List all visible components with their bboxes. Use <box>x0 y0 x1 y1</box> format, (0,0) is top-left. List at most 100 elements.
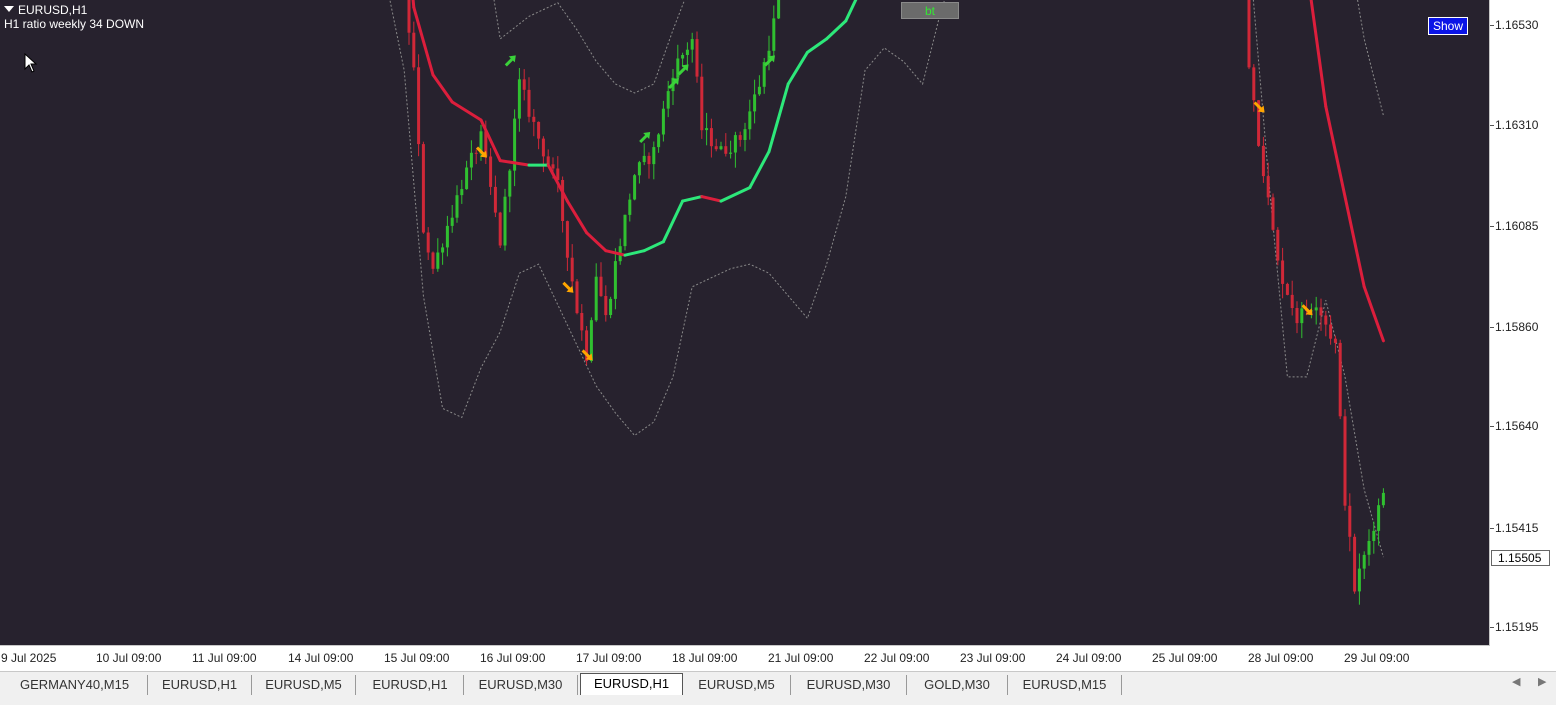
scroll-left-icon[interactable]: ◀ <box>1512 675 1520 688</box>
chart-window[interactable]: EURUSD,H1 H1 ratio weekly 34 DOWN bt Sho… <box>0 0 1556 671</box>
moving-average-line <box>412 5 435 77</box>
candle-body <box>1338 342 1342 417</box>
plot-area[interactable]: EURUSD,H1 H1 ratio weekly 34 DOWN bt Sho… <box>0 0 1490 646</box>
show-button[interactable]: Show <box>1428 17 1468 35</box>
moving-average-line <box>565 199 589 235</box>
candle-body <box>685 49 689 55</box>
candle-body <box>729 152 733 154</box>
candle-body <box>431 252 435 269</box>
candle-body <box>1377 505 1381 531</box>
candle-body <box>421 144 425 233</box>
candle-body <box>436 252 440 269</box>
chart-tab[interactable]: EURUSD,M5 <box>252 675 356 695</box>
moving-average-line <box>805 37 829 54</box>
chart-menu-triangle-icon[interactable] <box>4 6 14 12</box>
candle-body <box>637 162 641 176</box>
candle-body <box>1261 145 1265 177</box>
bt-button[interactable]: bt <box>901 2 959 19</box>
candle-body <box>690 39 694 50</box>
moving-average-line <box>1309 0 1328 108</box>
chart-tab[interactable]: EURUSD,M30 <box>464 675 578 695</box>
candle-body <box>642 155 646 163</box>
time-tick-label: 17 Jul 09:00 <box>576 651 642 665</box>
candle-body <box>604 296 608 316</box>
candle-body <box>1266 176 1270 198</box>
candle-body <box>762 62 766 87</box>
chart-tab[interactable]: GOLD,M30 <box>907 675 1008 695</box>
candle-body <box>657 134 661 148</box>
candle-body <box>575 281 579 314</box>
candle-body <box>743 129 747 140</box>
chart-tab[interactable]: EURUSD,M15 <box>1008 675 1122 695</box>
time-tick-label: 18 Jul 09:00 <box>672 651 738 665</box>
time-tick-label: 21 Jul 09:00 <box>768 651 834 665</box>
time-tick-label: 23 Jul 09:00 <box>960 651 1026 665</box>
time-tick-label: 24 Jul 09:00 <box>1056 651 1122 665</box>
candle-body <box>1362 554 1366 569</box>
moving-average-line <box>623 249 646 257</box>
candle-body <box>522 79 526 90</box>
chart-tab[interactable]: EURUSD,H1 <box>148 675 252 695</box>
candle-body <box>733 135 737 153</box>
candle-body <box>407 0 411 33</box>
candle-body <box>489 156 493 187</box>
moving-average-line <box>642 240 665 253</box>
candle-body <box>666 91 670 109</box>
price-tick-label: 1.16530 <box>1495 18 1539 32</box>
moving-average-line <box>431 73 454 104</box>
candle-body <box>676 58 680 78</box>
price-tick-label: 1.15195 <box>1495 620 1539 634</box>
chart-tab[interactable]: EURUSD,M30 <box>791 675 907 695</box>
moving-average-line <box>1324 105 1347 199</box>
candle-body <box>561 180 565 221</box>
candle-body <box>508 170 512 197</box>
candle-body <box>455 195 459 218</box>
moving-average-line <box>767 82 790 154</box>
candle-body <box>738 135 742 140</box>
price-tick-label: 1.16085 <box>1495 219 1539 233</box>
candle-body <box>1300 308 1304 324</box>
current-price-label: 1.15505 <box>1491 550 1550 566</box>
price-tick <box>1490 25 1494 26</box>
candle-body <box>623 214 627 247</box>
chart-tab[interactable]: EURUSD,M5 <box>683 675 791 695</box>
candle-body <box>474 152 478 154</box>
moving-average-line <box>681 195 704 203</box>
candle-body <box>580 313 584 331</box>
candle-body <box>441 247 445 253</box>
time-tick-label: 28 Jul 09:00 <box>1248 651 1314 665</box>
buy-arrow-icon <box>639 132 651 144</box>
candle-body <box>705 128 709 131</box>
candle-body <box>748 111 752 130</box>
candle-body <box>714 146 718 150</box>
moving-average-line <box>748 150 771 190</box>
candle-body <box>417 67 421 145</box>
price-tick <box>1490 226 1494 227</box>
moving-average-line <box>700 195 723 203</box>
candle-body <box>1290 294 1294 308</box>
moving-average-line <box>719 186 752 203</box>
scroll-right-icon[interactable]: ▶ <box>1538 675 1546 688</box>
candle-body <box>594 276 598 321</box>
buy-arrow-icon <box>763 55 775 67</box>
chart-tab[interactable]: EURUSD,H1 <box>580 673 683 695</box>
candle-body <box>517 79 521 119</box>
candle-body <box>1353 536 1357 592</box>
candle-body <box>1329 324 1333 339</box>
time-tick-label: 15 Jul 09:00 <box>384 651 450 665</box>
candle-body <box>1324 315 1328 325</box>
candle-body <box>753 94 757 112</box>
price-chart[interactable] <box>0 0 1489 645</box>
price-tick-label: 1.15860 <box>1495 320 1539 334</box>
candle-body <box>570 257 574 282</box>
candle-body <box>450 217 454 226</box>
chart-tab[interactable]: GERMANY40,M15 <box>2 675 148 695</box>
candle-body <box>465 167 469 190</box>
candle-body <box>1247 0 1251 68</box>
candle-body <box>1295 308 1299 324</box>
chart-header: EURUSD,H1 H1 ratio weekly 34 DOWN <box>4 3 144 31</box>
buy-arrow-icon <box>677 64 689 76</box>
chart-tab[interactable]: EURUSD,H1 <box>357 675 464 695</box>
indicator-label: H1 ratio weekly 34 DOWN <box>4 17 145 31</box>
candle-body <box>757 86 761 95</box>
